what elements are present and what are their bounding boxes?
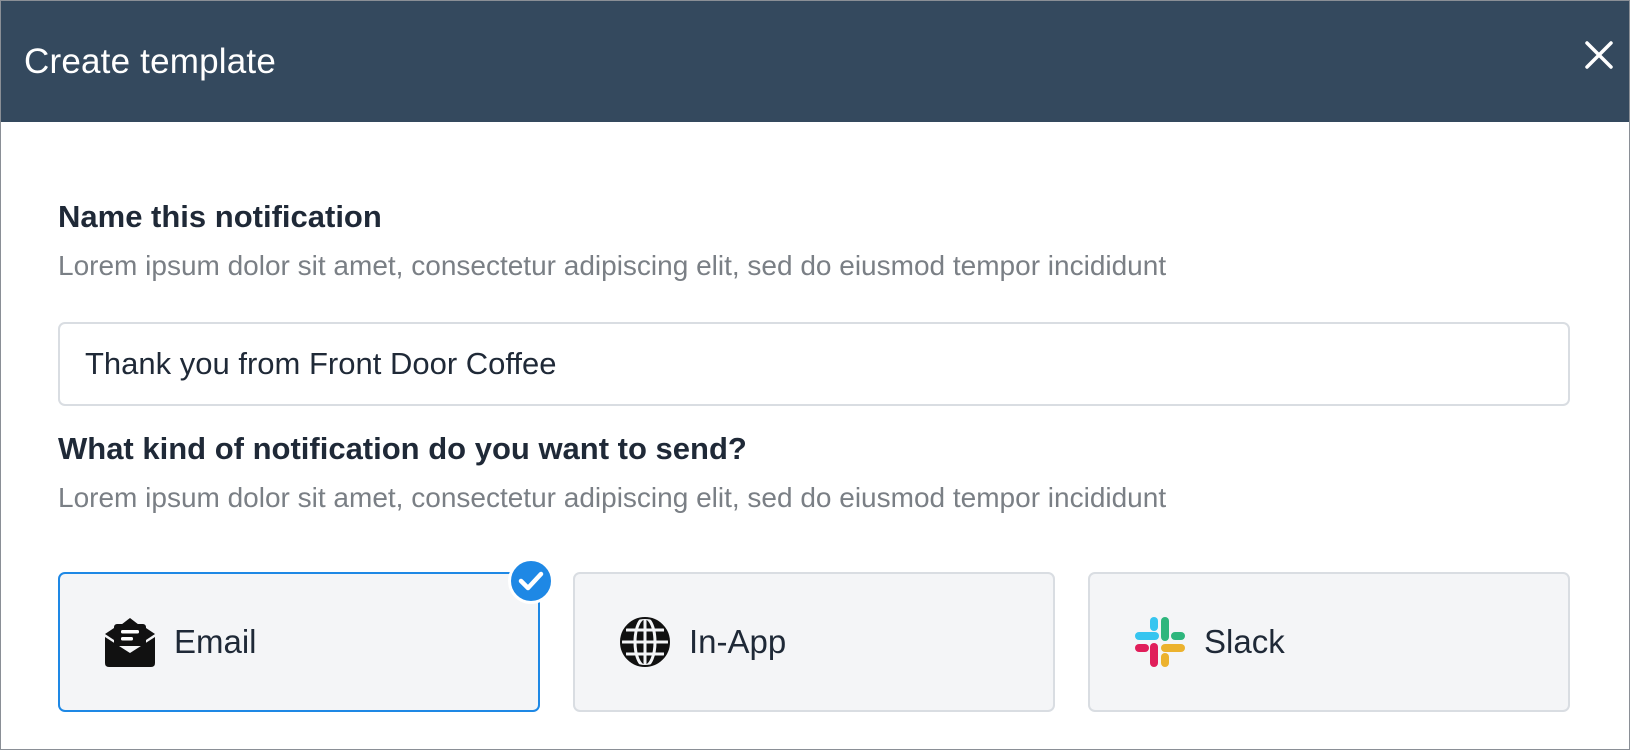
open-envelope-icon [102,614,158,670]
name-section-description: Lorem ipsum dolor sit amet, consectetur … [58,250,1167,281]
modal-header: Create template [1,1,1629,122]
close-button[interactable] [1581,37,1617,73]
option-email-card[interactable]: Email [58,558,554,712]
name-section-title: Name this notification [58,199,382,234]
kind-section-title: What kind of notification do you want to… [58,431,747,466]
notification-name-input[interactable] [58,322,1570,406]
option-email-label: Email [174,623,257,660]
create-template-modal: Create template Name this notification L… [0,0,1630,750]
option-slack-label: Slack [1204,623,1285,660]
option-in-app-label: In-App [689,623,787,660]
globe-icon [617,614,673,670]
selected-check-badge [508,558,554,604]
modal-title: Create template [24,41,277,81]
close-icon [1585,41,1613,69]
option-in-app-card[interactable]: In-App [573,572,1055,712]
option-slack-card[interactable]: Slack [1088,572,1570,712]
checkmark-icon [518,571,544,591]
kind-section-description: Lorem ipsum dolor sit amet, consectetur … [58,482,1167,513]
slack-icon [1132,614,1188,670]
notification-type-options: Email In-App Slack [58,558,1570,712]
